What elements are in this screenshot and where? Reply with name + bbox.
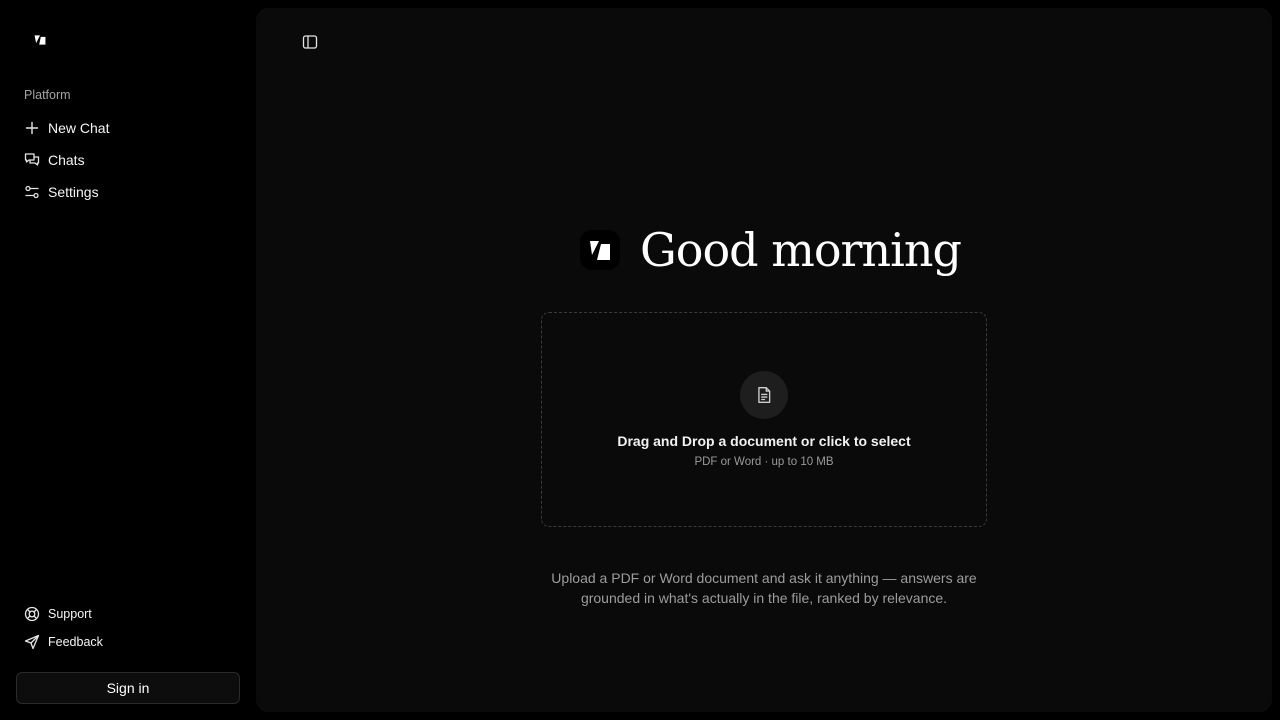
support-label: Support bbox=[48, 607, 92, 621]
brand-logo-icon bbox=[580, 230, 620, 270]
sidebar: Platform New Chat Chats Settings Support… bbox=[0, 0, 256, 720]
sidebar-item-label: Settings bbox=[48, 184, 99, 200]
upload-description: Upload a PDF or Word document and ask it… bbox=[551, 570, 977, 606]
lifebuoy-icon bbox=[24, 606, 40, 622]
sidebar-item-chats[interactable]: Chats bbox=[16, 144, 240, 176]
logo-icon[interactable] bbox=[31, 31, 49, 49]
sidebar-item-new-chat[interactable]: New Chat bbox=[16, 112, 240, 144]
sidebar-toggle-icon[interactable] bbox=[298, 30, 322, 54]
dropzone-subtitle: PDF or Word · up to 10 MB bbox=[694, 456, 834, 468]
sign-in-button[interactable]: Sign in bbox=[16, 672, 240, 704]
app: Platform New Chat Chats Settings Support… bbox=[0, 0, 1280, 720]
greeting-text: Good morning bbox=[640, 223, 962, 277]
document-icon bbox=[740, 371, 788, 419]
sliders-icon bbox=[24, 184, 40, 200]
send-icon bbox=[24, 634, 40, 650]
support-link[interactable]: Support bbox=[16, 600, 240, 628]
feedback-label: Feedback bbox=[48, 635, 103, 649]
sidebar-nav: New Chat Chats Settings bbox=[16, 112, 240, 208]
sidebar-item-label: Chats bbox=[48, 152, 85, 168]
plus-icon bbox=[24, 120, 40, 136]
sidebar-item-label: New Chat bbox=[48, 120, 110, 136]
dropzone-title: Drag and Drop a document or click to sel… bbox=[617, 433, 911, 449]
chats-icon bbox=[24, 152, 40, 168]
sidebar-footer: Support Feedback bbox=[16, 600, 240, 656]
sidebar-item-settings[interactable]: Settings bbox=[16, 176, 240, 208]
feedback-link[interactable]: Feedback bbox=[16, 628, 240, 656]
file-dropzone[interactable]: Drag and Drop a document or click to sel… bbox=[541, 312, 987, 527]
main-panel: Good morning Drag and Drop a document or… bbox=[256, 8, 1272, 712]
greeting: Good morning bbox=[580, 222, 962, 278]
section-label-platform: Platform bbox=[24, 88, 71, 102]
